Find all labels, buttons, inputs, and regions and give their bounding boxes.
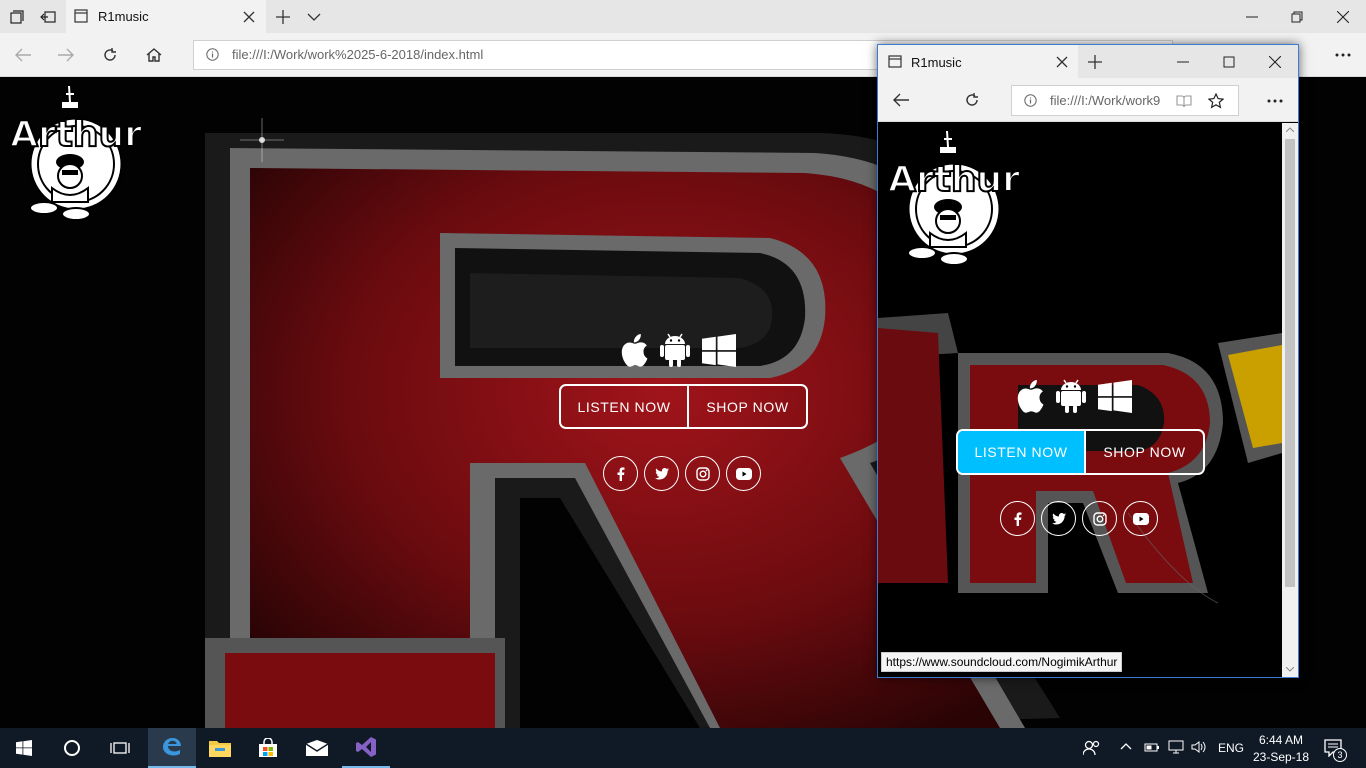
popup-social-links	[1000, 501, 1158, 536]
instagram-icon[interactable]	[685, 456, 720, 491]
svg-text:Arthur: Arthur	[10, 114, 142, 155]
popup-twitter-icon[interactable]	[1041, 501, 1076, 536]
store-icon[interactable]	[244, 728, 292, 768]
popup-tab-title: R1music	[911, 55, 962, 70]
language-indicator[interactable]: ENG	[1218, 741, 1244, 755]
more-menu-icon[interactable]	[1328, 40, 1358, 70]
popup-listen-now-button[interactable]: LISTEN NOW	[958, 431, 1086, 473]
volume-icon[interactable]	[1191, 740, 1207, 754]
task-view-icon[interactable]	[96, 728, 144, 768]
set-aside-tabs-icon[interactable]	[33, 2, 63, 32]
windows-icon[interactable]	[702, 334, 736, 367]
close-window-icon[interactable]	[1328, 2, 1358, 32]
popup-youtube-icon[interactable]	[1123, 501, 1158, 536]
facebook-icon[interactable]	[603, 456, 638, 491]
popup-reading-view-icon[interactable]	[1169, 86, 1199, 116]
popup-shop-now-button[interactable]: SHOP NOW	[1086, 431, 1203, 473]
start-button-icon[interactable]	[0, 728, 48, 768]
page-icon	[74, 9, 88, 23]
edge-taskbar-icon[interactable]	[148, 728, 196, 768]
listen-now-button[interactable]: LISTEN NOW	[561, 386, 689, 427]
arthur-logo[interactable]: Arthur	[6, 84, 146, 224]
mail-icon[interactable]	[293, 728, 341, 768]
new-tab-icon[interactable]	[268, 2, 298, 32]
notification-count-badge: 3	[1333, 748, 1347, 762]
taskbar: ENG 6:44 AM 23-Sep-18 3	[0, 728, 1366, 768]
youtube-icon[interactable]	[726, 456, 761, 491]
popup-address-text: file:///I:/Work/work9	[1050, 93, 1161, 108]
minimize-icon[interactable]	[1237, 2, 1267, 32]
popup-title-bar: R1music	[878, 45, 1298, 78]
platform-icons	[620, 331, 736, 367]
network-icon[interactable]	[1168, 740, 1184, 754]
apple-icon[interactable]	[620, 334, 648, 367]
cortana-search-icon[interactable]	[48, 728, 96, 768]
restore-icon[interactable]	[1282, 2, 1312, 32]
popup-facebook-icon[interactable]	[1000, 501, 1035, 536]
svg-text:Arthur: Arthur	[888, 159, 1020, 200]
popup-new-tab-icon[interactable]	[1080, 47, 1110, 77]
popup-page-content: Arthur LISTEN NOW SHOP NOW	[878, 123, 1282, 677]
popup-close-tab-icon[interactable]	[1047, 47, 1077, 77]
popup-page-icon	[888, 55, 902, 68]
tab-title: R1music	[98, 9, 149, 24]
popup-browser-window: R1music file:///I:/Work/work9 Arthur LIS…	[877, 44, 1299, 678]
popup-instagram-icon[interactable]	[1082, 501, 1117, 536]
show-hidden-icons-chevron-icon[interactable]	[1120, 742, 1132, 750]
forward-icon[interactable]	[51, 40, 81, 70]
tab-list-icon[interactable]	[2, 2, 32, 32]
main-address-text: file:///I:/Work/work%2025-6-2018/index.h…	[232, 47, 484, 62]
popup-apple-icon[interactable]	[1016, 380, 1044, 413]
site-info-icon[interactable]	[206, 48, 219, 61]
scroll-up-icon[interactable]	[1286, 127, 1294, 132]
close-tab-icon[interactable]	[234, 2, 264, 32]
scroll-thumb[interactable]	[1285, 139, 1295, 587]
social-links	[603, 456, 761, 491]
popup-refresh-icon[interactable]	[957, 85, 987, 115]
popup-scrollbar[interactable]	[1282, 123, 1298, 677]
home-icon[interactable]	[139, 40, 169, 70]
popup-cta-buttons: LISTEN NOW SHOP NOW	[956, 429, 1205, 475]
main-cta-buttons: LISTEN NOW SHOP NOW	[559, 384, 808, 429]
popup-arthur-logo[interactable]: Arthur	[884, 129, 1024, 269]
android-icon[interactable]	[660, 331, 690, 367]
popup-close-window-icon[interactable]	[1260, 47, 1290, 77]
link-status-tooltip: https://www.soundcloud.com/NogimikArthur	[881, 652, 1123, 672]
clock-date[interactable]: 23-Sep-18	[1252, 750, 1310, 764]
visual-studio-icon[interactable]	[342, 728, 390, 768]
popup-site-info-icon[interactable]	[1024, 94, 1037, 107]
popup-favorite-star-icon[interactable]	[1201, 86, 1231, 116]
clock-time[interactable]: 6:44 AM	[1258, 733, 1304, 747]
popup-platform-icons	[1016, 377, 1132, 413]
shop-now-button[interactable]: SHOP NOW	[689, 386, 806, 427]
popup-toolbar: file:///I:/Work/work9	[878, 78, 1298, 122]
popup-android-icon[interactable]	[1056, 377, 1086, 413]
battery-icon[interactable]	[1144, 740, 1160, 754]
back-icon[interactable]	[8, 40, 38, 70]
popup-more-menu-icon[interactable]	[1260, 86, 1290, 116]
popup-maximize-icon[interactable]	[1214, 47, 1244, 77]
file-explorer-icon[interactable]	[196, 728, 244, 768]
refresh-icon[interactable]	[95, 40, 125, 70]
twitter-icon[interactable]	[644, 456, 679, 491]
tab-preview-chevron-icon[interactable]	[299, 2, 329, 32]
popup-windows-icon[interactable]	[1098, 380, 1132, 413]
scroll-down-icon[interactable]	[1286, 667, 1294, 672]
popup-minimize-icon[interactable]	[1168, 47, 1198, 77]
popup-back-icon[interactable]	[886, 85, 916, 115]
people-icon[interactable]	[1068, 728, 1116, 768]
main-tab-bar: R1music	[0, 0, 1366, 33]
